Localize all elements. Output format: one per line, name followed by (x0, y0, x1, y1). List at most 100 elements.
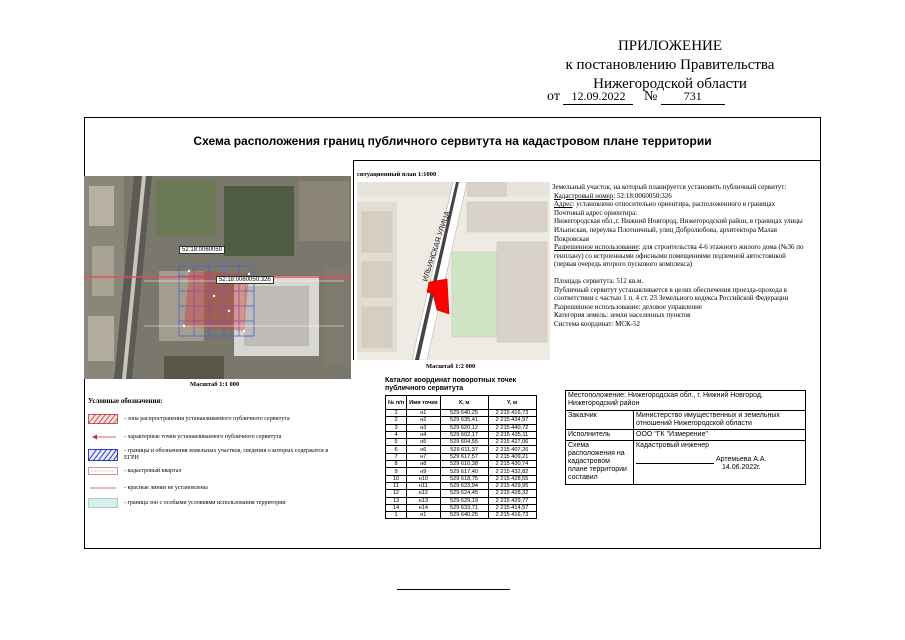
scheme-author-label: Схема расположения на кадастровом плане … (565, 440, 634, 485)
table-cell: н6 (406, 445, 441, 454)
table-cell: н12 (406, 489, 441, 498)
coordinate-system: Система координат: МСК-52 (554, 319, 641, 328)
table-cell: 11 (384, 481, 408, 491)
bottom-rule (397, 589, 510, 590)
table-cell: 2 215 428,32 (487, 489, 537, 498)
table-cell: 2 215 414,57 (487, 503, 537, 513)
land-category: Категория земель: земли населенных пункт… (554, 311, 691, 320)
permitted-use-2: Разрешенное использование: деловое управ… (554, 302, 702, 311)
signature-line (636, 463, 714, 464)
cadastral-parcel-label: 52:18:0060050:326 (216, 276, 274, 284)
situational-scale: Масштаб 1:2 000 (426, 363, 476, 370)
table-row: 2 н2 529 635,41 2 215 434,97 (384, 416, 537, 425)
executor-value: ООО "ГК "Измерение" (633, 429, 806, 441)
hatched-red-icon (88, 414, 118, 424)
title-divider (353, 160, 821, 161)
map-divider (353, 160, 354, 360)
table-row: 6 н6 529 611,37 2 215 407,26 (384, 445, 537, 454)
description-intro: Земельный участок, на который планируетс… (552, 183, 787, 191)
table-cell: н14 (406, 503, 441, 513)
decree-date: 12.09.2022 (563, 89, 634, 105)
legend-item-parcels: - границы и обозначения земельных участк… (88, 448, 344, 462)
legend-item-servitude-zone: - зона распространения устанавливаемого … (88, 414, 290, 424)
table-cell: 2 215 416,73 (487, 408, 537, 418)
title-block: Местоположение: Нижегородская обл., г. Н… (565, 390, 806, 485)
table-cell: 2 215 429,95 (487, 481, 537, 491)
cadastral-quarter-icon (88, 467, 118, 475)
legend-item-points: - характерные точки устанавливаемого пуб… (88, 432, 281, 442)
table-cell: 2 215 416,73 (487, 511, 537, 520)
legend-title: Условные обозначения: (88, 397, 163, 405)
table-cell: н10 (406, 474, 441, 483)
decree-date-line: от 12.09.2022 № 731 (547, 89, 725, 105)
situational-plan-title: ситуационный план 1:1000 (357, 171, 437, 178)
arrow-icon (92, 434, 116, 440)
table-cell: 529 618,75 (439, 474, 489, 483)
table-cell: 2 215 432,82 (487, 467, 537, 476)
table-cell: 14 (384, 503, 408, 513)
table-cell: н5 (406, 438, 441, 447)
table-cell: 12 (384, 489, 408, 498)
table-cell: 529 623,94 (439, 481, 489, 491)
table-cell: 4 (384, 430, 408, 440)
from-label: от (547, 89, 560, 104)
table-cell: 529 640,25 (439, 511, 489, 520)
table-cell: 1 (384, 511, 408, 520)
table-cell: 529 617,57 (439, 452, 489, 462)
table-row: 8 н8 529 610,38 2 215 430,74 (384, 460, 537, 469)
table-cell: 2 215 428,55 (487, 474, 537, 483)
table-cell: н3 (406, 423, 441, 432)
table-cell: 2 215 435,11 (487, 430, 537, 440)
location-cell: Местоположение: Нижегородская обл., г. Н… (565, 390, 806, 411)
table-cell: 529 635,41 (439, 416, 489, 425)
table-cell: н7 (406, 452, 441, 462)
table-cell: н1 (406, 408, 441, 418)
engineer-signature-line: Артемьева А.А. (636, 456, 803, 464)
coordinates-table: № п/п Имя точки X, м Y, м 1 н1 529 640,25 2… (384, 395, 537, 520)
table-cell: 2 215 407,26 (487, 445, 537, 454)
appendix-heading: ПРИЛОЖЕНИЕ (617, 38, 723, 54)
column-header: X, м (439, 395, 489, 410)
table-cell: н8 (406, 460, 441, 469)
permitted-use: Разрешенное использование: для строитель… (554, 243, 804, 269)
table-row: 1 н1 529 640,25 2 215 416,73 (384, 408, 537, 418)
engineer-name: Артемьева А.А. (715, 456, 767, 463)
table-cell: 8 (384, 460, 408, 469)
table-cell: 529 617,40 (439, 467, 489, 476)
table-cell: 529 610,38 (439, 460, 489, 469)
scheme-title: Схема расположения границ публичного сер… (193, 134, 712, 148)
column-header: Y, м (487, 395, 537, 410)
customer-value: Министерство имущественных и земельных о… (633, 410, 806, 430)
decree-number: 731 (660, 89, 725, 105)
executor-label: Исполнитель (565, 429, 634, 441)
number-label: № (643, 89, 658, 104)
table-cell: 2 215 429,77 (487, 496, 537, 505)
table-row: 11 н11 529 623,94 2 215 429,95 (384, 481, 537, 491)
table-cell: 529 602,17 (439, 430, 489, 440)
table-cell: 529 620,12 (439, 423, 489, 432)
parcel-description: Земельный участок, на который планируетс… (552, 183, 804, 329)
cadastral-quarter-label: 52:18:0060050 (179, 246, 226, 254)
table-header-row: № п/п Имя точки X, м Y, м (384, 395, 537, 410)
table-row: 12 н12 529 624,45 2 215 428,32 (384, 489, 537, 498)
table-cell: 5 (384, 438, 408, 447)
table-cell: 529 633,71 (439, 503, 489, 513)
customer-label: Заказчик (565, 410, 634, 430)
hatched-blue-icon (88, 449, 118, 461)
table-cell: 10 (384, 474, 408, 483)
satellite-map: 52:18:0060050 52:18:0060050:326 (84, 176, 351, 379)
table-cell: 2 (384, 416, 408, 425)
legend-item-quarter: - кадастровый квартал (88, 466, 181, 476)
table-cell: 529 624,45 (439, 489, 489, 498)
table-cell: н1 (406, 511, 441, 520)
table-cell: 6 (384, 445, 408, 454)
servitude-area: Площадь сервитута: 512 кв.м. (554, 276, 644, 285)
table-cell: н11 (406, 481, 441, 491)
table-cell: н4 (406, 430, 441, 440)
table-cell: н2 (406, 416, 441, 425)
table-cell: 2 215 427,06 (487, 438, 537, 447)
legend-item-red-lines: - красные линии не установлены (88, 483, 208, 493)
red-line-icon (90, 487, 116, 489)
table-cell: 13 (384, 496, 408, 505)
table-row: 1 н1 529 640,25 2 215 416,73 (384, 511, 537, 520)
